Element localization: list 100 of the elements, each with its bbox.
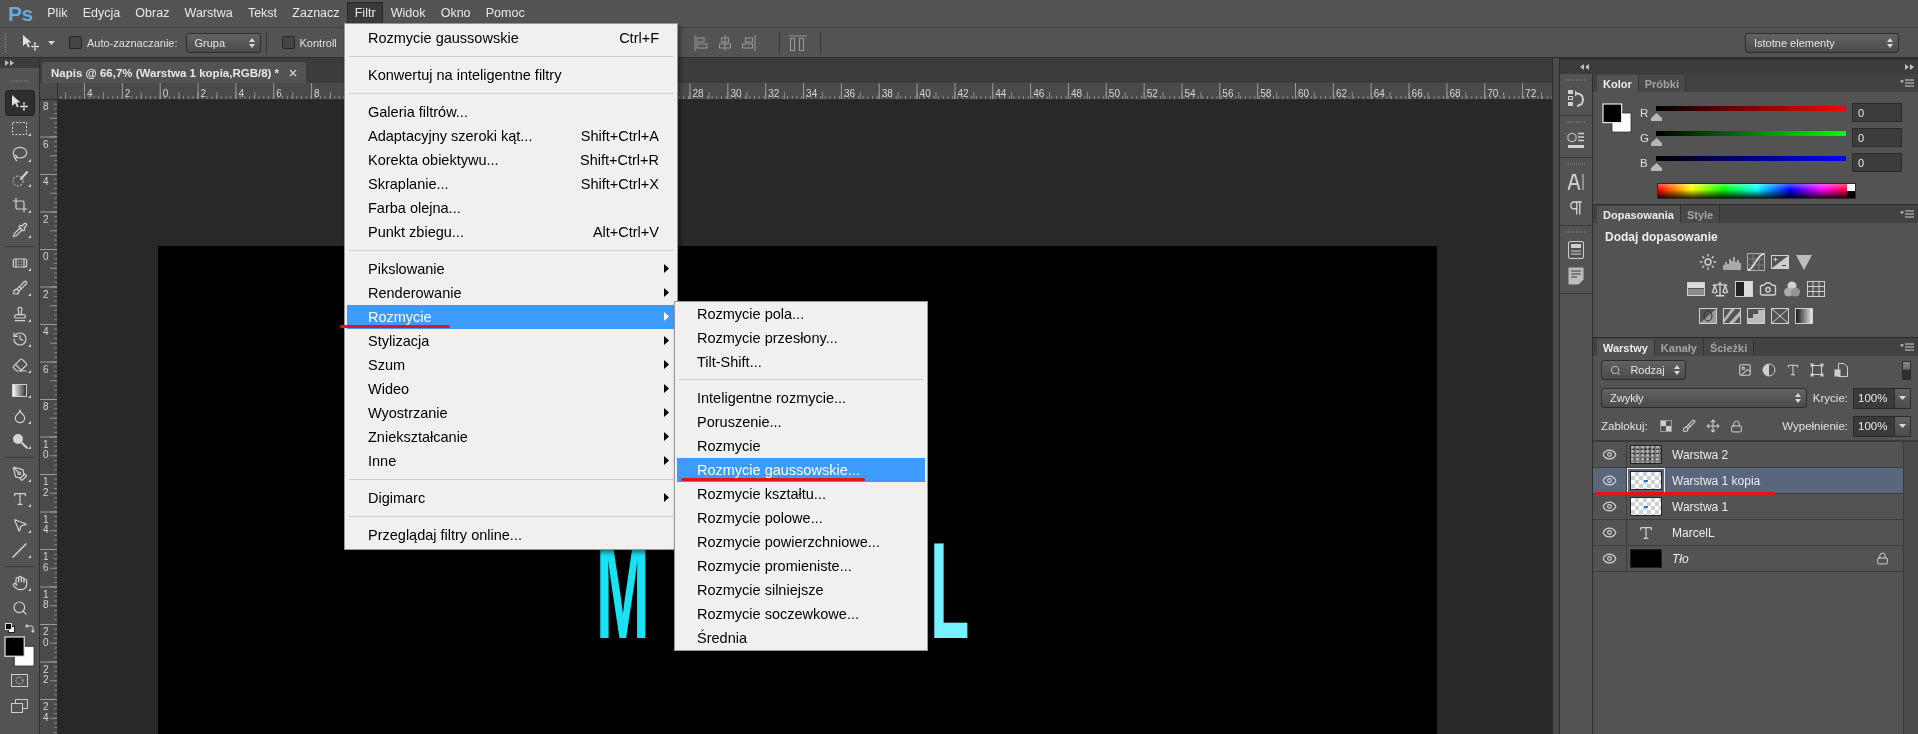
overlapping-windows-icon[interactable] — [11, 699, 28, 713]
layer-filter-select[interactable]: Rodzaj — [1601, 360, 1686, 380]
checkbox[interactable] — [69, 36, 82, 49]
panel-tab[interactable]: Ścieżki — [1703, 339, 1755, 356]
menu-item[interactable]: Poruszenie... — [677, 410, 925, 434]
lock-icon[interactable] — [1729, 419, 1743, 433]
half-square-icon[interactable] — [1734, 279, 1753, 298]
eye-icon[interactable] — [1602, 499, 1617, 514]
three-circles-icon[interactable] — [1782, 279, 1801, 298]
grid-icon[interactable] — [1806, 279, 1825, 298]
gradient-square-icon[interactable] — [1794, 306, 1813, 325]
menu-item[interactable]: Szum — [347, 353, 675, 377]
menu-title[interactable]: Zaznacz — [284, 2, 348, 25]
menu-item[interactable]: Rozmycie kształtu... — [677, 482, 925, 506]
menu-title[interactable]: Edycja — [75, 2, 128, 25]
pilcrow-icon[interactable] — [1567, 199, 1585, 217]
menu-item[interactable]: Inteligentne rozmycie... — [677, 386, 925, 410]
hexagon-lines-icon[interactable] — [1567, 131, 1585, 149]
eye-icon[interactable] — [1602, 525, 1617, 540]
panel-tab[interactable]: Kanały — [1654, 339, 1704, 356]
close-icon[interactable] — [289, 68, 298, 77]
filter-toggle[interactable] — [1902, 360, 1911, 380]
mini-swatch-pair-icon[interactable] — [4, 623, 15, 633]
tool-button[interactable] — [4, 90, 35, 116]
two-bars-square-icon[interactable] — [1686, 279, 1705, 298]
menu-title[interactable]: Warstwa — [177, 2, 241, 25]
fill-field[interactable]: 100% — [1853, 415, 1895, 437]
menu-title[interactable]: Filtr — [347, 2, 384, 25]
two-bars-icon[interactable] — [789, 34, 807, 51]
menu-item[interactable]: Tilt-Shift... — [677, 350, 925, 374]
menu-item[interactable]: Rozmycie polowe... — [677, 506, 925, 530]
dropdown-button[interactable] — [1895, 415, 1911, 437]
scales-icon[interactable] — [1710, 279, 1729, 298]
diagonal-stripes-icon[interactable] — [1722, 306, 1741, 325]
panel-tab[interactable]: Style — [1680, 206, 1721, 223]
menu-title[interactable]: Tekst — [240, 2, 285, 25]
color-value-field[interactable]: 0 — [1852, 128, 1902, 147]
square-handles-icon[interactable] — [1810, 363, 1824, 377]
color-spectrum-bar[interactable] — [1657, 183, 1856, 199]
curve-grid-icon[interactable] — [1746, 252, 1765, 271]
panel-menu-icon[interactable] — [1900, 343, 1914, 351]
menu-item[interactable]: Farba olejna... — [347, 196, 675, 220]
staircase-icon[interactable] — [1746, 306, 1765, 325]
dropdown-button[interactable] — [1895, 387, 1911, 409]
menu-item[interactable]: Wyostrzanie — [347, 401, 675, 425]
workspace-select[interactable]: Istotne elementy — [1745, 32, 1899, 53]
move-icon[interactable] — [1705, 419, 1720, 433]
dotted-circle-frame-icon[interactable] — [11, 674, 28, 687]
triangle-icon[interactable] — [1794, 252, 1813, 271]
menu-item[interactable]: Renderowanie — [347, 281, 675, 305]
menu-item[interactable]: Konwertuj na inteligentne filtry — [347, 63, 675, 87]
half-circle-icon[interactable] — [1762, 363, 1776, 377]
menu-item[interactable]: Przeglądaj filtry online... — [347, 523, 675, 547]
expand-icon[interactable] — [5, 60, 14, 66]
panel-tab[interactable]: Próbki — [1638, 75, 1686, 92]
menu-item[interactable]: Adaptacyjny szeroki kąt... Shift+Ctrl+A — [347, 124, 675, 148]
squares-arrow-icon[interactable] — [1567, 89, 1585, 107]
panel-menu-icon[interactable] — [1900, 210, 1914, 218]
panel-menu-icon[interactable] — [1900, 79, 1914, 87]
plus-minus-square-icon[interactable] — [1770, 252, 1789, 271]
document-tab[interactable]: Napis @ 66,7% (Warstwa 1 kopia,RGB/8) * — [42, 62, 307, 83]
menu-item[interactable]: Rozmycie pola... — [677, 302, 925, 326]
layer-row[interactable]: Warstwa 1 kopia — [1593, 468, 1903, 494]
menu-item[interactable]: Digimarc — [347, 486, 675, 510]
type-icon[interactable] — [1786, 363, 1800, 377]
color-value-field[interactable]: 0 — [1852, 153, 1902, 172]
menu-item[interactable]: Rozmycie — [677, 434, 925, 458]
letter-cursor-icon[interactable] — [1567, 173, 1585, 191]
opacity-field[interactable]: 100% — [1853, 387, 1895, 409]
eye-icon[interactable] — [1602, 447, 1617, 462]
document-icon[interactable] — [1568, 241, 1584, 259]
foreground-background-swatch-icon[interactable] — [4, 636, 35, 667]
split-square-ellipse-icon[interactable] — [1698, 306, 1717, 325]
checkerboard-icon[interactable] — [1659, 420, 1672, 432]
layer-row[interactable]: Warstwa 1 — [1593, 494, 1903, 520]
panel-tab[interactable]: Dopasowania — [1597, 206, 1681, 223]
document-square-icon[interactable] — [1834, 363, 1848, 377]
menu-item[interactable]: Punkt zbiegu... Alt+Ctrl+V — [347, 220, 675, 244]
menu-item[interactable]: Skraplanie... Shift+Ctrl+X — [347, 172, 675, 196]
sun-icon[interactable] — [1698, 252, 1717, 271]
menu-item[interactable]: Wideo — [347, 377, 675, 401]
slider-thumb[interactable] — [1650, 113, 1662, 121]
panel-tab[interactable]: Kolor — [1597, 75, 1639, 92]
menu-item[interactable]: Zniekształcanie — [347, 425, 675, 449]
note-icon[interactable] — [1568, 267, 1584, 285]
menu-item[interactable]: Rozmycie gaussowskie Ctrl+F — [347, 26, 675, 50]
crossed-square-icon[interactable] — [1770, 306, 1789, 325]
layer-row[interactable]: MarcelL — [1593, 520, 1903, 546]
panel-tab[interactable]: Warstwy — [1597, 339, 1655, 356]
checkbox[interactable] — [281, 36, 295, 49]
menu-item[interactable]: Pikslowanie — [347, 257, 675, 281]
brush-icon[interactable] — [1681, 419, 1696, 433]
menu-item[interactable]: Rozmycie silniejsze — [677, 578, 925, 602]
layer-row[interactable]: Tło — [1593, 546, 1903, 572]
slider-thumb[interactable] — [1650, 163, 1662, 171]
collapse-icon[interactable] — [1580, 64, 1589, 70]
menu-item[interactable]: Rozmycie promieniste... — [677, 554, 925, 578]
eye-icon[interactable] — [1602, 473, 1617, 488]
menu-title[interactable]: Pomoc — [478, 2, 533, 25]
menu-item[interactable]: Galeria filtrów... — [347, 100, 675, 124]
